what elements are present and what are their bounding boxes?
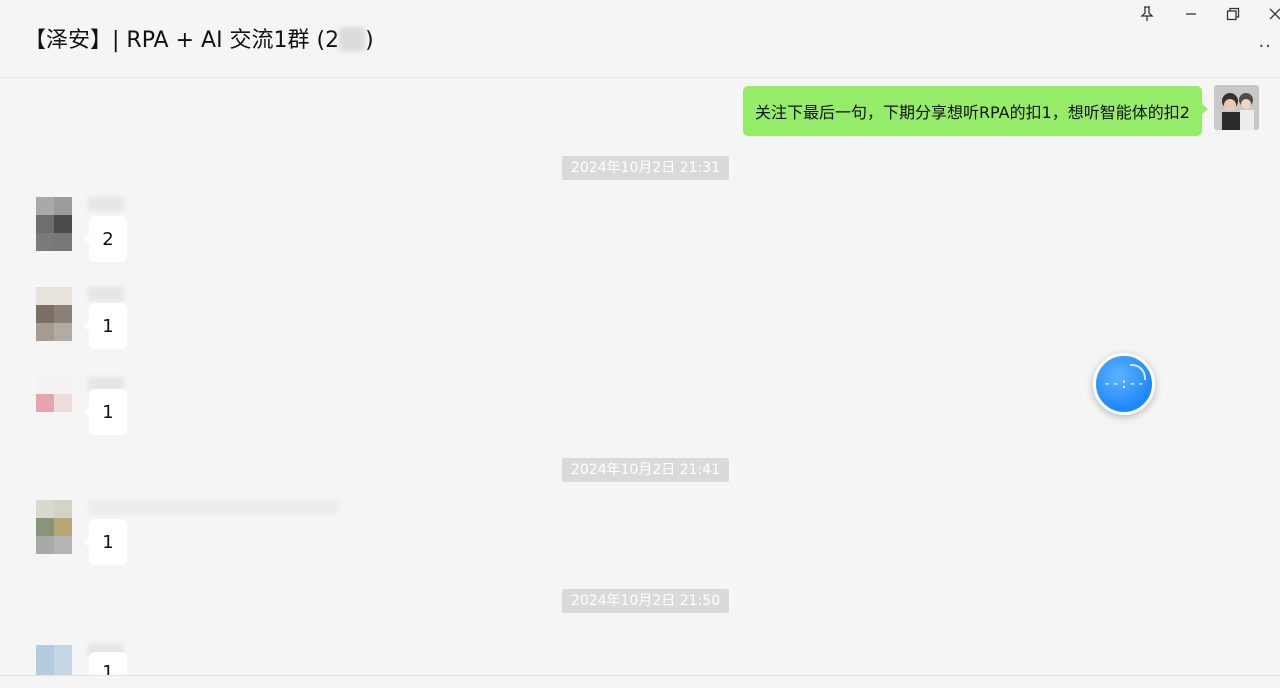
avatar[interactable] bbox=[26, 197, 84, 255]
my-avatar[interactable] bbox=[1214, 85, 1259, 130]
avatar[interactable] bbox=[26, 645, 84, 675]
reply-text: 1 bbox=[102, 315, 114, 337]
reply-text: 2 bbox=[102, 228, 114, 250]
chat-title-text: 【泽安】| RPA + AI 交流1群 (2 bbox=[24, 28, 340, 53]
blurred-member-count bbox=[339, 27, 366, 51]
timestamp: 2024年10月2日 21:50 bbox=[562, 589, 729, 613]
restore-icon[interactable] bbox=[1216, 2, 1250, 26]
arc-decoration bbox=[1130, 364, 1146, 380]
pin-icon[interactable] bbox=[1130, 2, 1164, 26]
chat-header: 【泽安】| RPA + AI 交流1群 (2) ·· bbox=[0, 0, 1280, 78]
timestamp: 2024年10月2日 21:41 bbox=[562, 458, 729, 482]
more-options-icon[interactable]: ·· bbox=[1259, 36, 1272, 57]
close-icon[interactable] bbox=[1258, 2, 1280, 26]
message-list[interactable]: 关注下最后一句，下期分享想听RPA的扣1，想听智能体的扣2 2024年10月2日… bbox=[0, 79, 1280, 675]
reply-bubble[interactable]: 1 bbox=[89, 652, 127, 675]
timestamp: 2024年10月2日 21:31 bbox=[562, 156, 729, 180]
reply-bubble[interactable]: 1 bbox=[83, 519, 127, 565]
reply-text: 1 bbox=[102, 662, 114, 675]
minimize-icon[interactable] bbox=[1174, 2, 1208, 26]
input-area-divider bbox=[0, 675, 1280, 688]
avatar[interactable] bbox=[26, 376, 84, 434]
reply-bubble[interactable]: 1 bbox=[83, 389, 127, 435]
chat-title: 【泽安】| RPA + AI 交流1群 (2) bbox=[24, 22, 374, 54]
reply-text: 1 bbox=[102, 531, 114, 553]
reply-bubble[interactable]: 1 bbox=[83, 303, 127, 349]
sender-name bbox=[88, 287, 124, 301]
reply-text: 1 bbox=[102, 401, 114, 423]
avatar[interactable] bbox=[26, 287, 84, 345]
sender-name bbox=[88, 500, 338, 514]
reply-bubble[interactable]: 2 bbox=[83, 216, 127, 262]
my-message-bubble[interactable]: 关注下最后一句，下期分享想听RPA的扣1，想听智能体的扣2 bbox=[742, 86, 1209, 136]
chat-title-suffix: ) bbox=[365, 28, 374, 53]
floating-timer-button[interactable]: --:-- bbox=[1093, 353, 1155, 415]
sender-name bbox=[88, 197, 124, 211]
avatar[interactable] bbox=[26, 500, 84, 558]
